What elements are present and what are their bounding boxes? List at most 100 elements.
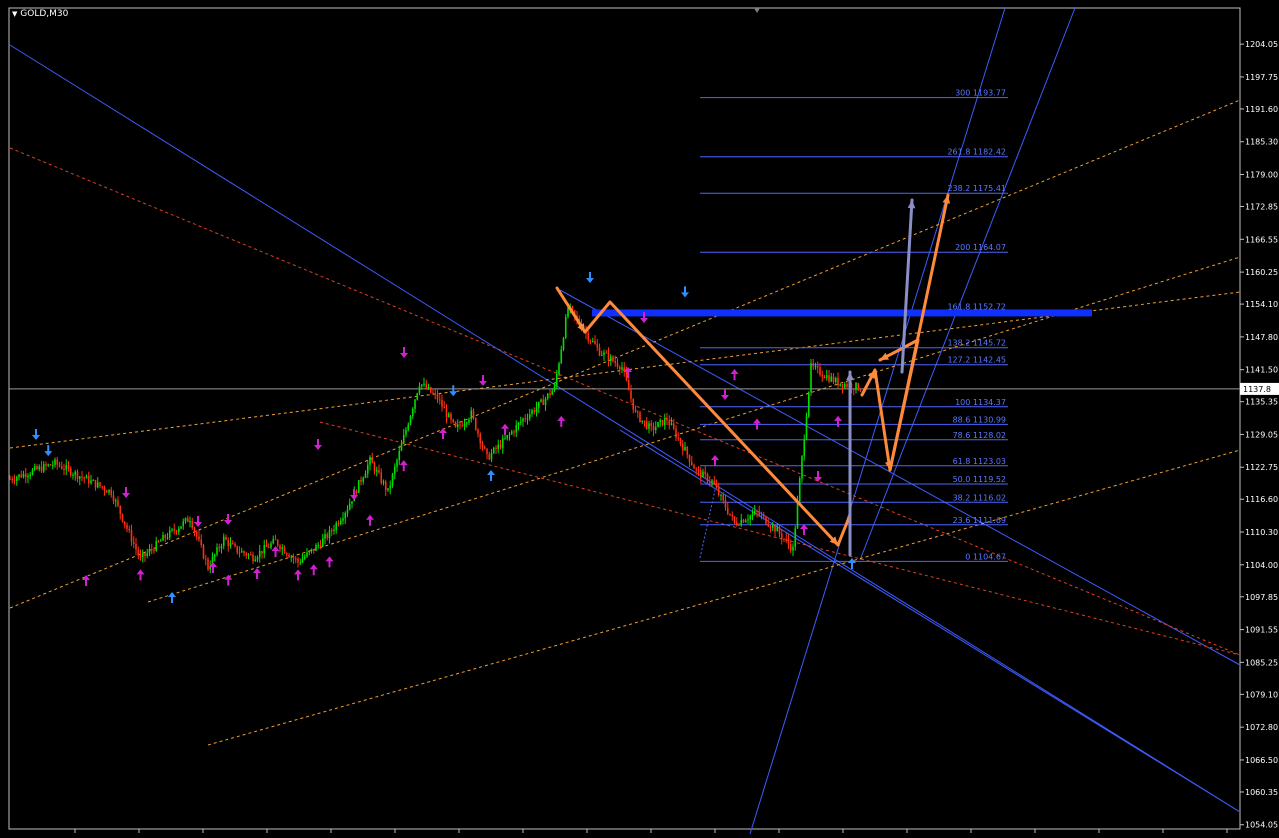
candle-body [441,400,443,407]
y-axis-tick-label: 1179.00 [1245,171,1278,180]
candle-body [515,425,518,433]
candle-body [369,456,371,465]
fractal-up-arrow-icon [82,575,90,586]
channel-line-lower-blue [619,429,1241,813]
candle-body [699,470,702,478]
candle-body [859,389,862,391]
channel-line-mid-blue [559,289,1241,666]
candle-body [148,549,151,553]
fib-level-label: 23.6 1111.69 [953,516,1006,525]
candle-body [87,476,90,484]
fib-level-label: 100 1134.37 [955,398,1006,407]
candle-body [657,422,659,428]
candle-body [400,443,403,451]
candle-body [711,480,713,483]
candle-body [702,471,704,478]
fractal-up-arrow-icon [325,556,334,568]
candle-body [555,374,558,386]
candle-body [27,475,29,478]
candle-body [279,545,281,550]
candle-body [245,553,248,556]
candle-body [623,367,626,372]
candle-body [535,407,538,413]
candle-body [459,424,461,426]
fib-level-label: 61.8 1123.03 [953,457,1006,466]
candle-body [783,538,785,540]
candle-body [38,466,41,470]
fib-level-label: 238.2 1175.41 [947,184,1006,193]
fractal-up-arrow-icon [168,592,176,603]
fib-trend-dotted [699,489,716,559]
candle-body [256,557,259,560]
y-axis-tick-label: 1060.35 [1245,788,1278,797]
candle-body [9,478,11,480]
candle-body [200,539,203,546]
candle-body [198,536,200,540]
candle-body [612,356,614,362]
candle-body [717,487,720,496]
dropdown-triangle-icon[interactable]: ▼ [12,10,17,18]
candle-body [726,507,729,514]
candle-body [792,546,794,551]
candle-body [684,446,686,451]
candle-body [634,409,637,412]
candle-body [337,523,340,525]
candle-body [321,538,324,547]
candle-body [693,464,695,469]
candle-body [202,545,205,559]
arrow-head-icon [846,372,854,381]
candle-body [641,420,644,422]
price-chart[interactable]: 300 1193.77 261.8 1182.42 238.2 1175.41 200… [0,0,1279,835]
candle-body [486,448,488,455]
candle-body [807,392,810,417]
candle-body [837,377,839,386]
candle-body [760,514,763,516]
candle-body [227,539,230,546]
candle-body [380,472,383,483]
candle-body [121,513,124,522]
candle-body [173,529,176,531]
candle-body [407,424,410,430]
candle-body [616,362,619,367]
candle-body [11,479,14,481]
candle-body [648,423,650,429]
fractal-down-arrow-icon [44,445,53,457]
candle-body [528,414,531,419]
candle-body [630,390,632,399]
candle-body [591,341,594,343]
candle-body [119,505,122,514]
candle-body [159,540,162,542]
candle-body [855,382,857,390]
candle-body [558,363,560,375]
y-axis-tick-label: 1091.55 [1245,626,1278,635]
candle-body [371,456,374,464]
candle-body [774,525,776,532]
candle-body [216,547,218,555]
candle-body [348,503,351,510]
candle-body [339,520,342,524]
candle-body [240,551,243,553]
candle-body [204,558,207,560]
candle-body [488,454,491,460]
candle-body [60,466,63,469]
candle-body [731,514,734,517]
candle-body [402,434,405,444]
candle-body [704,471,707,475]
candle-body [229,542,232,546]
candle-body [803,439,806,457]
chart-area[interactable]: 300 1193.77 261.8 1182.42 238.2 1175.41 200… [0,0,1279,835]
candle-body [477,429,479,434]
candle-body [614,361,617,363]
candle-body [231,542,234,545]
candle-body [420,384,423,387]
candle-body [531,410,533,415]
projection-path-orange-up [888,193,950,472]
candle-body [175,530,178,532]
candle-body [94,480,97,488]
y-axis-tick-label: 1097.85 [1245,593,1278,602]
candle-body [299,562,302,564]
candle-body [306,552,308,557]
candle-body [843,384,846,388]
fractal-up-arrow-icon [136,569,145,581]
candle-body [252,554,254,562]
